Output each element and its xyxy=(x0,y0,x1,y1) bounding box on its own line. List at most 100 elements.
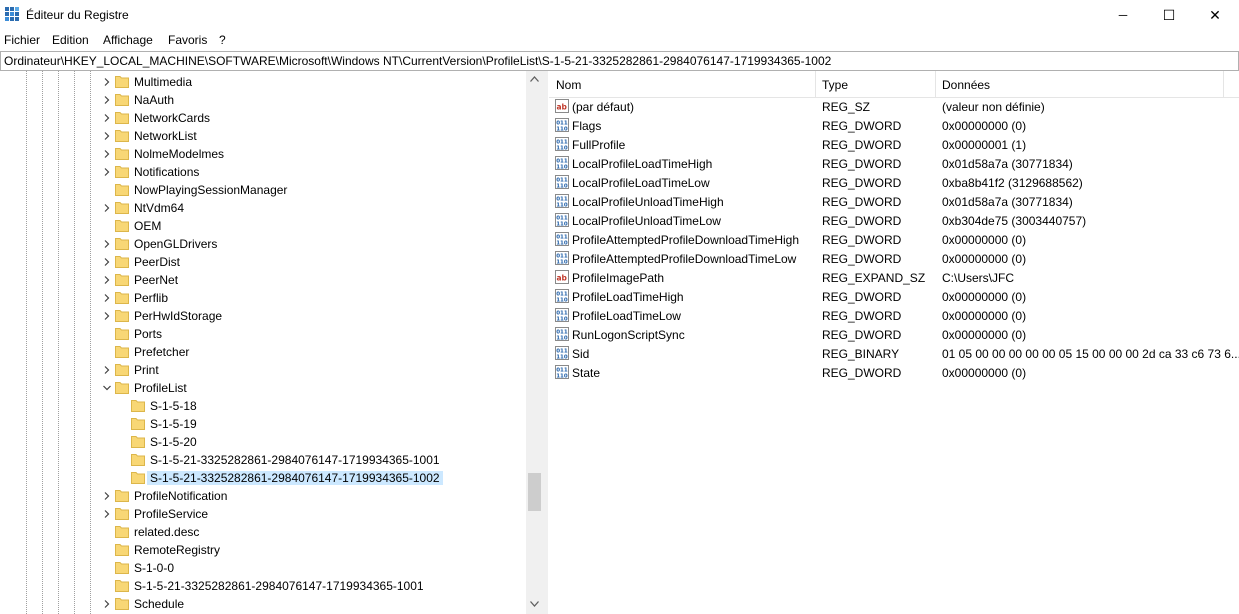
chevron-right-icon[interactable] xyxy=(102,149,112,159)
chevron-right-icon[interactable] xyxy=(102,311,112,321)
binary-value-icon: 110011 xyxy=(555,194,569,209)
chevron-right-icon[interactable] xyxy=(102,239,112,249)
value-row[interactable]: 110 011 LocalProfileLoadTimeHigh REG_DWORD 0… xyxy=(549,154,1239,173)
chevron-right-icon[interactable] xyxy=(102,77,112,87)
tree-item[interactable]: NetworkCards xyxy=(0,109,526,127)
value-row[interactable]: 110 011 LocalProfileUnloadTimeLow REG_DWORD… xyxy=(549,211,1239,230)
tree-item-label: ProfileService xyxy=(134,507,209,521)
value-row[interactable]: 110 011 Sid REG_BINARY 01 05 00 00 00 00 00 … xyxy=(549,344,1239,363)
tree-item[interactable]: S-1-5-19 xyxy=(0,415,526,433)
column-header-name[interactable]: Nom xyxy=(556,78,581,92)
tree-item[interactable]: NaAuth xyxy=(0,91,526,109)
chevron-right-icon[interactable] xyxy=(102,293,112,303)
chevron-right-icon[interactable] xyxy=(102,275,112,285)
tree-item[interactable]: S-1-5-21-3325282861-2984076147-171993436… xyxy=(0,469,526,487)
value-name: ProfileLoadTimeLow xyxy=(572,309,681,323)
menu-fichier[interactable]: Fichier xyxy=(4,33,40,47)
chevron-right-icon[interactable] xyxy=(102,113,112,123)
tree-item[interactable]: S-1-0-0 xyxy=(0,559,526,577)
chevron-down-icon[interactable] xyxy=(102,383,112,393)
value-type: REG_DWORD xyxy=(822,157,902,171)
tree-item[interactable]: Print xyxy=(0,361,526,379)
tree-item[interactable]: PerHwIdStorage xyxy=(0,307,526,325)
svg-text:110: 110 xyxy=(556,374,568,380)
tree-item[interactable]: NetworkList xyxy=(0,127,526,145)
menu-affichage[interactable]: Affichage xyxy=(103,33,153,47)
menu-help[interactable]: ? xyxy=(219,33,226,47)
value-data: (valeur non définie) xyxy=(942,100,1045,114)
value-row[interactable]: 110 011 ProfileAttemptedProfileDownloadTim… xyxy=(549,230,1239,249)
chevron-right-icon[interactable] xyxy=(102,509,112,519)
menu-favoris[interactable]: Favoris xyxy=(168,33,207,47)
chevron-right-icon[interactable] xyxy=(102,365,112,375)
tree-item[interactable]: related.desc xyxy=(0,523,526,541)
value-name: ProfileImagePath xyxy=(572,271,665,285)
column-separator[interactable] xyxy=(815,71,816,97)
maximize-icon: ☐ xyxy=(1162,6,1176,23)
chevron-right-icon[interactable] xyxy=(102,599,112,609)
tree-item-label: ProfileList xyxy=(134,381,187,395)
scroll-down-icon[interactable] xyxy=(530,601,539,607)
pane-splitter[interactable] xyxy=(543,71,548,614)
tree-item[interactable]: ProfileNotification xyxy=(0,487,526,505)
value-row[interactable]: 110 011 LocalProfileUnloadTimeHigh REG_DWOR… xyxy=(549,192,1239,211)
value-row[interactable]: ab ProfileImagePath REG_EXPAND_SZ C:\Users\… xyxy=(549,268,1239,287)
folder-icon xyxy=(115,598,129,610)
tree-item[interactable]: S-1-5-18 xyxy=(0,397,526,415)
tree-item[interactable]: Multimedia xyxy=(0,73,526,91)
column-separator[interactable] xyxy=(935,71,936,97)
column-separator[interactable] xyxy=(1223,71,1224,97)
close-button[interactable]: ✕ xyxy=(1192,0,1238,30)
tree-item-label: Schedule xyxy=(134,597,185,611)
minimize-button[interactable]: ─ xyxy=(1100,0,1146,30)
tree-item[interactable]: Notifications xyxy=(0,163,526,181)
address-bar[interactable]: Ordinateur\HKEY_LOCAL_MACHINE\SOFTWARE\M… xyxy=(0,51,1239,71)
tree-item[interactable]: ProfileService xyxy=(0,505,526,523)
value-row[interactable]: 110 011 RunLogonScriptSync REG_DWORD 0x00000… xyxy=(549,325,1239,344)
tree-item[interactable]: PeerDist xyxy=(0,253,526,271)
folder-icon xyxy=(115,580,129,592)
value-row[interactable]: 110 011 FullProfile REG_DWORD 0x00000001 (1) xyxy=(549,135,1239,154)
chevron-right-icon[interactable] xyxy=(102,203,112,213)
menu-edition[interactable]: Edition xyxy=(52,33,89,47)
chevron-right-icon[interactable] xyxy=(102,257,112,267)
value-name: FullProfile xyxy=(572,138,626,152)
tree-item[interactable]: Schedule xyxy=(0,595,526,613)
value-row[interactable]: 110 011 LocalProfileLoadTimeLow REG_DWORD 0x… xyxy=(549,173,1239,192)
value-name: (par défaut) xyxy=(572,100,635,114)
column-header-data[interactable]: Données xyxy=(942,78,990,92)
tree-item[interactable]: S-1-5-21-3325282861-2984076147-171993436… xyxy=(0,451,526,469)
tree-item[interactable]: RemoteRegistry xyxy=(0,541,526,559)
scroll-up-icon[interactable] xyxy=(530,76,539,82)
tree-item[interactable]: S-1-5-20 xyxy=(0,433,526,451)
chevron-right-icon[interactable] xyxy=(102,95,112,105)
tree-item[interactable]: Perflib xyxy=(0,289,526,307)
tree-item[interactable]: Ports xyxy=(0,325,526,343)
value-row[interactable]: 110 011 State REG_DWORD 0x00000000 (0) xyxy=(549,363,1239,382)
tree-item[interactable]: OpenGLDrivers xyxy=(0,235,526,253)
column-header-type[interactable]: Type xyxy=(822,78,848,92)
tree-item[interactable]: PeerNet xyxy=(0,271,526,289)
tree-item[interactable]: NolmeModelmes xyxy=(0,145,526,163)
chevron-right-icon[interactable] xyxy=(102,131,112,141)
value-row[interactable]: 110 011 ProfileLoadTimeHigh REG_DWORD 0x0000… xyxy=(549,287,1239,306)
tree-item[interactable]: NtVdm64 xyxy=(0,199,526,217)
tree-item[interactable]: Prefetcher xyxy=(0,343,526,361)
maximize-button[interactable]: ☐ xyxy=(1146,0,1192,30)
value-row[interactable]: 110 011 Flags REG_DWORD 0x00000000 (0) xyxy=(549,116,1239,135)
registry-editor-icon xyxy=(5,7,19,21)
tree-scrollbar[interactable] xyxy=(526,71,543,614)
value-row[interactable]: ab (par défaut) REG_SZ (valeur non définie) xyxy=(549,97,1239,116)
tree-item[interactable]: NowPlayingSessionManager xyxy=(0,181,526,199)
value-row[interactable]: 110 011 ProfileAttemptedProfileDownloadTim… xyxy=(549,249,1239,268)
tree-item[interactable]: OEM xyxy=(0,217,526,235)
folder-icon xyxy=(115,112,129,124)
scroll-thumb[interactable] xyxy=(528,473,541,511)
tree-item[interactable]: ProfileList xyxy=(0,379,526,397)
folder-icon xyxy=(115,94,129,106)
value-row[interactable]: 110 011 ProfileLoadTimeLow REG_DWORD 0x00000… xyxy=(549,306,1239,325)
chevron-right-icon[interactable] xyxy=(102,167,112,177)
tree-item[interactable]: S-1-5-21-3325282861-2984076147-171993436… xyxy=(0,577,526,595)
svg-text:110: 110 xyxy=(556,260,568,266)
chevron-right-icon[interactable] xyxy=(102,491,112,501)
